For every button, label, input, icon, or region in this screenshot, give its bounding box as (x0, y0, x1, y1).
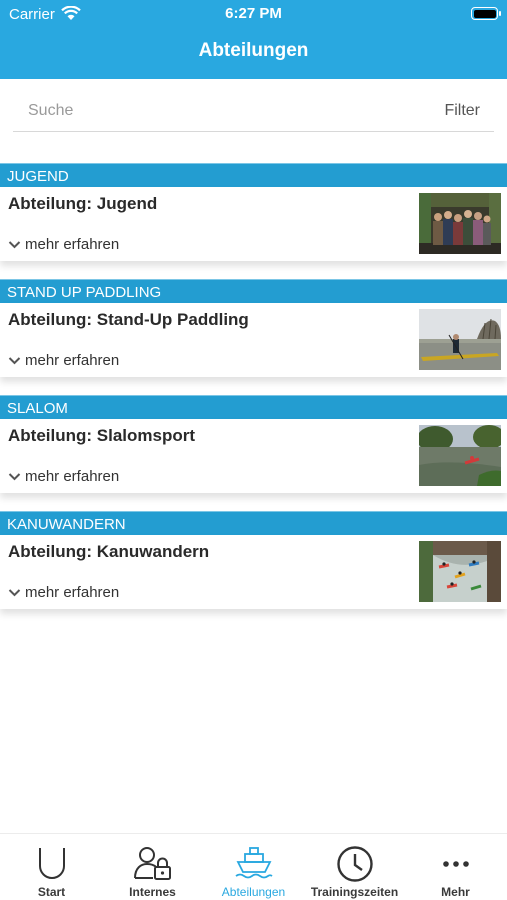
more-info-link[interactable]: mehr erfahren (8, 352, 119, 369)
horseshoe-icon (38, 848, 65, 879)
clock-icon (336, 846, 373, 882)
filter-button[interactable]: Filter (444, 102, 480, 120)
chevron-down-icon (8, 357, 21, 365)
tab-trainingszeiten[interactable]: Trainingszeiten (304, 834, 405, 900)
tab-bar: Start Internes Abteilungen Trainingszeit… (0, 833, 507, 900)
more-info-link[interactable]: mehr erfahren (8, 468, 119, 485)
tab-label: Mehr (441, 885, 470, 899)
navigation-bar: Carrier 6:27 PM Abteilungen (0, 0, 507, 79)
department-card[interactable]: Abteilung: Kanuwandern mehr erfahren (0, 535, 507, 609)
department-card[interactable]: Abteilung: Slalomsport mehr erfahren (0, 419, 507, 493)
section-header: SLALOM (0, 395, 507, 419)
tab-label: Trainingszeiten (310, 885, 399, 899)
department-card[interactable]: Abteilung: Stand-Up Paddling mehr erfahr… (0, 303, 507, 377)
section-header: KANUWANDERN (0, 511, 507, 535)
more-info-label: mehr erfahren (25, 352, 120, 369)
card-title: Abteilung: Kanuwandern (8, 542, 210, 561)
chevron-down-icon (8, 241, 21, 249)
section-kanuwandern: KANUWANDERN Abteilung: Kanuwandern mehr … (0, 511, 507, 609)
section-slalom: SLALOM Abteilung: Slalomsport mehr erfah… (0, 395, 507, 493)
more-info-label: mehr erfahren (25, 584, 120, 601)
canoe-tour-photo (419, 541, 501, 602)
section-header: JUGEND (0, 163, 507, 187)
ship-icon (234, 847, 273, 879)
tab-mehr[interactable]: Mehr (405, 834, 506, 900)
tab-abteilungen[interactable]: Abteilungen (203, 834, 304, 900)
page-title: Abteilungen (198, 40, 309, 61)
more-info-label: mehr erfahren (25, 468, 120, 485)
section-stand-up-paddling: STAND UP PADDLING Abteilung: Stand-Up Pa… (0, 279, 507, 377)
group-photo (419, 193, 501, 254)
tab-internes[interactable]: Internes (102, 834, 203, 900)
more-dots-icon (442, 861, 469, 867)
search-bar: Filter (13, 92, 494, 132)
card-title: Abteilung: Slalomsport (8, 426, 195, 445)
section-jugend: JUGEND Abteilung: Jugend mehr erfahren (0, 163, 507, 261)
more-info-label: mehr erfahren (25, 236, 120, 253)
user-lock-icon (133, 847, 171, 880)
status-bar: Carrier 6:27 PM (0, 0, 507, 28)
tab-label: Abteilungen (221, 885, 286, 899)
more-info-link[interactable]: mehr erfahren (8, 584, 119, 601)
tab-label: Start (37, 885, 66, 899)
tab-start[interactable]: Start (1, 834, 102, 900)
status-time: 6:27 PM (225, 5, 282, 22)
card-title: Abteilung: Jugend (8, 194, 158, 213)
tab-label: Internes (129, 885, 176, 899)
card-title: Abteilung: Stand-Up Paddling (8, 310, 249, 329)
chevron-down-icon (8, 589, 21, 597)
chevron-down-icon (8, 473, 21, 481)
more-info-link[interactable]: mehr erfahren (8, 236, 119, 253)
paddleboard-photo (419, 309, 501, 370)
search-input[interactable] (13, 92, 393, 130)
battery-icon (471, 7, 501, 20)
river-slalom-photo (419, 425, 501, 486)
department-card[interactable]: Abteilung: Jugend mehr erfahren (0, 187, 507, 261)
section-header: STAND UP PADDLING (0, 279, 507, 303)
